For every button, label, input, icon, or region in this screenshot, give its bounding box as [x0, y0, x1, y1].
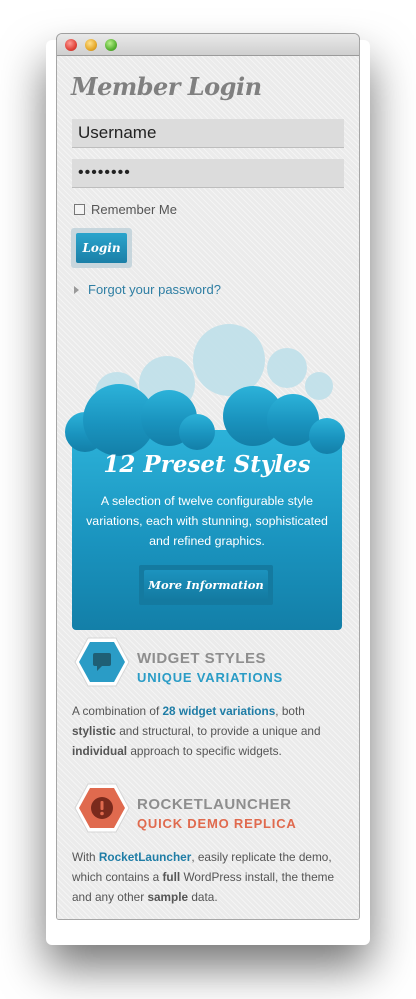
more-information-button[interactable]: More Information [144, 570, 268, 600]
widget-text-part: , both [275, 704, 305, 718]
forgot-password-link[interactable]: Forgot your password? [88, 282, 221, 297]
rocketlauncher-title: ROCKETLAUNCHER [137, 796, 292, 813]
rocket-text-bold: sample [147, 890, 189, 904]
widget-styles-title: WIDGET STYLES [137, 650, 267, 667]
rocketlauncher-description: With RocketLauncher, easily replicate th… [72, 847, 344, 907]
remember-me[interactable]: Remember Me [74, 202, 177, 217]
promo-description: A selection of twelve configurable style… [86, 494, 328, 548]
minimize-window-button[interactable] [85, 39, 97, 51]
promo-title: 12 Preset Styles [103, 451, 311, 478]
widget-styles-subtitle: UNIQUE VARIATIONS [137, 670, 284, 685]
rocket-text-part: data. [188, 890, 218, 904]
widget-text-part: A combination of [72, 704, 163, 718]
zoom-window-button[interactable] [105, 39, 117, 51]
widget-text-bold: individual [72, 744, 128, 758]
title-bar [57, 34, 359, 56]
widget-text-part: approach to specific widgets. [127, 744, 282, 758]
browser-window: Member Login Username •••••••• Remember … [57, 34, 359, 919]
widget-text-part: and structural, to provide a unique and [115, 724, 321, 738]
rocket-text-bold: full [162, 870, 181, 884]
rocketlauncher-subtitle: QUICK DEMO REPLICA [137, 816, 297, 831]
page-content: Member Login Username •••••••• Remember … [57, 56, 359, 919]
widget-text-bold: stylistic [72, 724, 116, 738]
rocketlauncher-link[interactable]: RocketLauncher [99, 850, 191, 864]
rocket-text-part: With [72, 850, 99, 864]
widget-variations-link[interactable]: 28 widget variations [163, 704, 276, 718]
forgot-password[interactable]: Forgot your password? [74, 282, 221, 297]
password-field[interactable]: •••••••• [72, 159, 344, 188]
login-button[interactable]: Login [76, 233, 127, 263]
remember-label: Remember Me [91, 202, 177, 217]
triangle-right-icon [74, 285, 79, 294]
username-field[interactable]: Username [72, 119, 344, 148]
speech-bubble-icon [74, 637, 130, 687]
more-info-button-frame: More Information [139, 565, 273, 605]
widget-styles-description: A combination of 28 widget variations, b… [72, 701, 344, 761]
login-button-frame: Login [71, 228, 132, 268]
close-window-button[interactable] [65, 39, 77, 51]
exclamation-icon [74, 783, 130, 833]
remember-checkbox[interactable] [74, 204, 85, 215]
login-heading: Member Login [71, 72, 262, 101]
